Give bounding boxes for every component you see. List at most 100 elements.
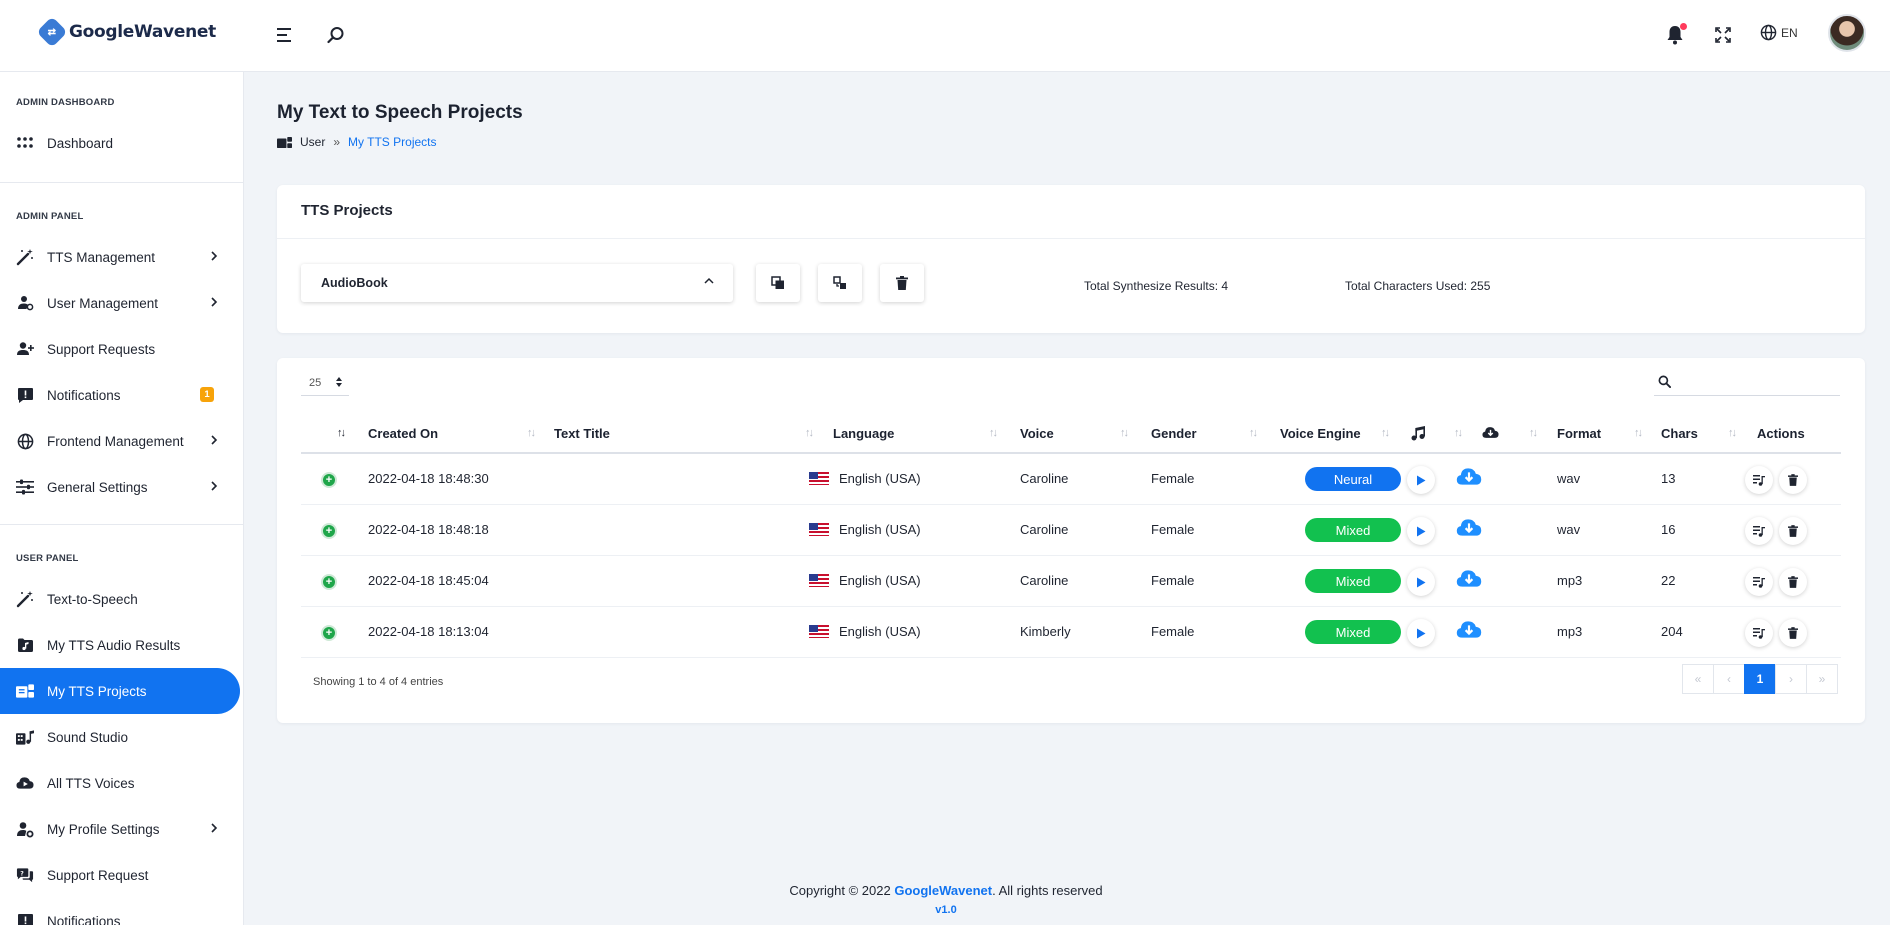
chevron-right-icon bbox=[211, 251, 218, 261]
voice-engine-badge: Neural bbox=[1305, 467, 1401, 491]
column-format[interactable]: Format bbox=[1557, 426, 1601, 441]
sidebar-item-notifications[interactable]: Notifications 1 bbox=[0, 372, 240, 418]
cloud-download-icon[interactable] bbox=[1456, 467, 1482, 486]
pagination-last[interactable]: » bbox=[1806, 664, 1838, 694]
search-icon[interactable] bbox=[323, 22, 349, 48]
sidebar-item-label: My Profile Settings bbox=[47, 821, 160, 837]
sidebar-item-label: My TTS Projects bbox=[47, 683, 147, 699]
cloud-download-icon[interactable] bbox=[1456, 569, 1482, 588]
sidebar-item-dashboard[interactable]: Dashboard bbox=[0, 120, 240, 166]
comments-icon: ? bbox=[16, 866, 34, 884]
breadcrumb-user[interactable]: User bbox=[300, 135, 325, 149]
avatar[interactable] bbox=[1828, 14, 1866, 52]
sidebar-item-all-tts-voices[interactable]: All TTS Voices bbox=[0, 760, 240, 806]
sidebar-item-user-management[interactable]: User Management bbox=[0, 280, 240, 326]
merge-icon bbox=[833, 276, 846, 289]
sidebar-item-my-profile-settings[interactable]: My Profile Settings bbox=[0, 806, 240, 852]
column-voice-engine[interactable]: Voice Engine bbox=[1280, 426, 1361, 441]
users-cog-icon bbox=[16, 294, 34, 312]
delete-row-button[interactable] bbox=[1779, 568, 1807, 596]
sort-icon[interactable]: ↑↓ bbox=[1249, 427, 1258, 439]
us-flag-icon bbox=[809, 574, 829, 587]
sort-icon[interactable]: ↑↓ bbox=[337, 427, 346, 439]
playlist-add-button[interactable] bbox=[1745, 568, 1773, 596]
merge-project-button[interactable] bbox=[818, 264, 862, 302]
sidebar-item-my-tts-projects[interactable]: My TTS Projects bbox=[0, 668, 240, 714]
playlist-icon bbox=[1753, 526, 1765, 537]
play-button[interactable] bbox=[1407, 619, 1435, 647]
sidebar-item-tts-management[interactable]: TTS Management bbox=[0, 234, 240, 280]
column-created-on[interactable]: Created On bbox=[368, 426, 438, 441]
delete-project-button[interactable] bbox=[880, 264, 924, 302]
chevron-right-icon bbox=[211, 435, 218, 445]
chevron-right-icon bbox=[211, 481, 218, 491]
column-voice[interactable]: Voice bbox=[1020, 426, 1054, 441]
play-button[interactable] bbox=[1407, 568, 1435, 596]
sort-icon[interactable]: ↑↓ bbox=[1529, 427, 1538, 439]
expand-row-icon[interactable]: + bbox=[321, 523, 337, 539]
sidebar-item-notifications-user[interactable]: Notifications bbox=[0, 898, 240, 925]
play-icon bbox=[1417, 628, 1426, 638]
cloud-download-icon[interactable] bbox=[1482, 426, 1499, 442]
delete-row-button[interactable] bbox=[1779, 466, 1807, 494]
sidebar-item-support-request[interactable]: ? Support Request bbox=[0, 852, 240, 898]
sort-icon[interactable]: ↑↓ bbox=[1634, 427, 1643, 439]
column-gender[interactable]: Gender bbox=[1151, 426, 1197, 441]
cell-created-on: 2022-04-18 18:45:04 bbox=[368, 573, 489, 588]
expand-row-icon[interactable]: + bbox=[321, 625, 337, 641]
sidebar-item-support-requests[interactable]: Support Requests bbox=[0, 326, 240, 372]
playlist-add-button[interactable] bbox=[1745, 466, 1773, 494]
playlist-icon bbox=[1753, 577, 1765, 588]
delete-row-button[interactable] bbox=[1779, 619, 1807, 647]
language-switcher[interactable]: EN bbox=[1760, 24, 1798, 41]
table-search[interactable] bbox=[1654, 368, 1840, 396]
cell-language: English (USA) bbox=[809, 624, 921, 639]
menu-icon[interactable] bbox=[272, 22, 298, 48]
play-button[interactable] bbox=[1407, 466, 1435, 494]
sort-icon[interactable]: ↑↓ bbox=[1120, 427, 1129, 439]
column-chars[interactable]: Chars bbox=[1661, 426, 1698, 441]
pagination-page-1[interactable]: 1 bbox=[1744, 664, 1776, 694]
sort-icon[interactable]: ↑↓ bbox=[1454, 427, 1463, 439]
bell-icon[interactable] bbox=[1662, 22, 1688, 48]
pagination-first[interactable]: « bbox=[1682, 664, 1714, 694]
cloud-download-icon[interactable] bbox=[1456, 620, 1482, 639]
app-logo[interactable]: ⇄ GoogleWavenet bbox=[36, 16, 216, 48]
sidebar-item-sound-studio[interactable]: Sound Studio bbox=[0, 714, 240, 760]
delete-row-button[interactable] bbox=[1779, 517, 1807, 545]
sidebar-item-general-settings[interactable]: General Settings bbox=[0, 464, 240, 510]
expand-row-icon[interactable]: + bbox=[321, 574, 337, 590]
project-select-value: AudioBook bbox=[321, 276, 388, 290]
sort-icon[interactable]: ↑↓ bbox=[989, 427, 998, 439]
copy-project-button[interactable] bbox=[756, 264, 800, 302]
sidebar-item-label: Sound Studio bbox=[47, 729, 129, 745]
cloud-download-icon[interactable] bbox=[1456, 518, 1482, 537]
pagination-next[interactable]: › bbox=[1775, 664, 1807, 694]
magic-wand-icon bbox=[16, 248, 34, 266]
footer-brand-link[interactable]: GoogleWavenet bbox=[894, 883, 992, 898]
project-select[interactable]: AudioBook bbox=[301, 264, 733, 302]
page-length-select[interactable]: 25 bbox=[301, 370, 349, 396]
sort-icon[interactable]: ↑↓ bbox=[1381, 427, 1390, 439]
sidebar-item-label: Support Requests bbox=[47, 341, 156, 357]
sort-icon[interactable]: ↑↓ bbox=[805, 427, 814, 439]
column-text-title[interactable]: Text Title bbox=[554, 426, 610, 441]
cell-voice: Caroline bbox=[1020, 522, 1069, 537]
column-language[interactable]: Language bbox=[833, 426, 894, 441]
sidebar-item-frontend-management[interactable]: Frontend Management bbox=[0, 418, 240, 464]
cell-format: mp3 bbox=[1557, 573, 1583, 588]
music-note-icon[interactable] bbox=[1411, 426, 1425, 444]
sort-icon[interactable]: ↑↓ bbox=[1728, 427, 1737, 439]
playlist-add-button[interactable] bbox=[1745, 517, 1773, 545]
sidebar-item-my-tts-audio-results[interactable]: My TTS Audio Results bbox=[0, 622, 240, 668]
fullscreen-icon[interactable] bbox=[1710, 22, 1736, 48]
expand-row-icon[interactable]: + bbox=[321, 472, 337, 488]
sort-icon[interactable]: ↑↓ bbox=[527, 427, 536, 439]
pagination-previous[interactable]: ‹ bbox=[1713, 664, 1745, 694]
playlist-add-button[interactable] bbox=[1745, 619, 1773, 647]
search-input[interactable] bbox=[1681, 374, 1831, 389]
sidebar-item-text-to-speech[interactable]: Text-to-Speech bbox=[0, 576, 240, 622]
sort-arrows-icon bbox=[336, 377, 342, 387]
page-title: My Text to Speech Projects bbox=[277, 102, 523, 123]
play-button[interactable] bbox=[1407, 517, 1435, 545]
